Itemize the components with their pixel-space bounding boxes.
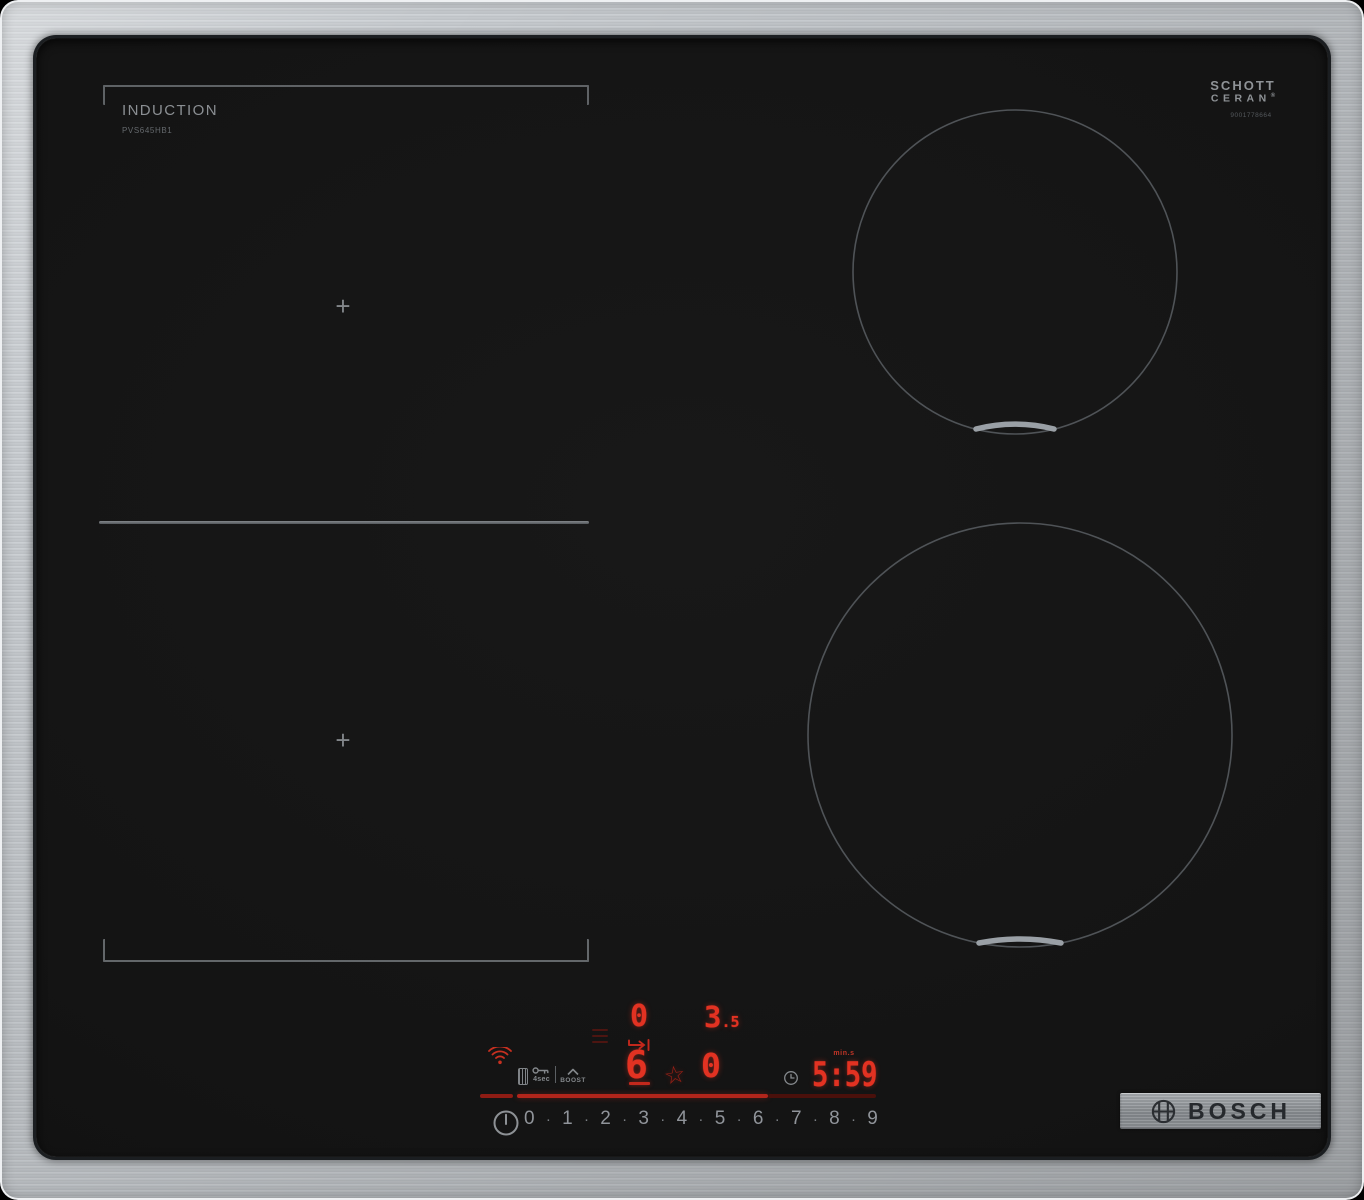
favorite-star-icon[interactable]: ☆ [662, 1062, 687, 1089]
slider-level-6[interactable]: 6 [753, 1108, 764, 1130]
slider-line-active[interactable] [517, 1094, 768, 1098]
power-button[interactable] [491, 1108, 521, 1138]
display-rear-right-level: 3.5 [704, 1003, 740, 1032]
zone-selected-underline [629, 1082, 650, 1085]
schott-ceran-logo: SCHOTT CERAN® 9001778664 [1195, 79, 1291, 120]
child-lock-key[interactable]: 4sec [518, 1066, 551, 1085]
power-level-slider[interactable]: 0 · 1 · 2 · 3 · 4 · 5 · 6 · 7 · 8 · 9 [524, 1106, 878, 1132]
pan-detect-icon [518, 1068, 528, 1085]
slider-dot: · [660, 1111, 665, 1128]
slider-dot: · [584, 1111, 589, 1128]
slider-dot: · [813, 1111, 818, 1128]
flex-zone-top-bracket [103, 85, 589, 105]
model-number: PVS645HB1 [122, 126, 218, 135]
slider-dot: · [546, 1111, 551, 1128]
slider-dot: · [775, 1111, 780, 1128]
bosch-logo-text: BOSCH [1188, 1098, 1291, 1125]
type-print: INDUCTION PVS645HB1 [122, 102, 218, 135]
induction-cooktop: INDUCTION PVS645HB1 SCHOTT CERAN® 900177… [0, 0, 1364, 1200]
slider-level-5[interactable]: 5 [715, 1108, 726, 1130]
zone-center-mark: + [332, 293, 354, 319]
child-lock-hold-label: 4sec [533, 1076, 550, 1083]
slider-level-0[interactable]: 0 [524, 1108, 535, 1130]
timer-display: 5:59 [812, 1058, 878, 1092]
display-front-left-level: 6 [625, 1046, 648, 1084]
boost-chevron-icon [566, 1068, 580, 1076]
timer-clock-icon[interactable] [783, 1070, 799, 1086]
slider-level-3[interactable]: 3 [638, 1108, 649, 1130]
slider-level-8[interactable]: 8 [829, 1108, 840, 1130]
flex-zone-divider [99, 521, 589, 524]
slider-dot: · [622, 1111, 627, 1128]
zone-center-mark: + [332, 727, 354, 753]
panel-divider [555, 1066, 556, 1083]
vent-indicator-icon [592, 1029, 608, 1047]
slider-level-7[interactable]: 7 [791, 1108, 802, 1130]
bosch-symbol-icon [1150, 1098, 1177, 1125]
display-front-right-level: 0 [701, 1049, 721, 1082]
boost-label: BOOST [560, 1077, 586, 1084]
slider-dot: · [698, 1111, 703, 1128]
boost-key[interactable]: BOOST [560, 1068, 586, 1084]
schott-code: 9001778664 [1203, 113, 1299, 120]
slider-level-9[interactable]: 9 [867, 1108, 878, 1130]
slider-level-1[interactable]: 1 [562, 1108, 573, 1130]
flex-zone-bottom-bracket [103, 939, 589, 962]
slider-dot: · [851, 1111, 856, 1128]
glass-surface [36, 38, 1328, 1157]
wifi-icon [486, 1047, 514, 1065]
display-rear-left-level: 0 [630, 1002, 648, 1032]
slider-dot: · [737, 1111, 742, 1128]
bosch-logo-plate: BOSCH [1120, 1093, 1321, 1129]
slider-level-2[interactable]: 2 [600, 1108, 611, 1130]
slider-line-power [480, 1094, 513, 1098]
slider-line-dim [768, 1094, 876, 1098]
child-lock-icon [532, 1066, 551, 1075]
slider-level-4[interactable]: 4 [677, 1108, 688, 1130]
